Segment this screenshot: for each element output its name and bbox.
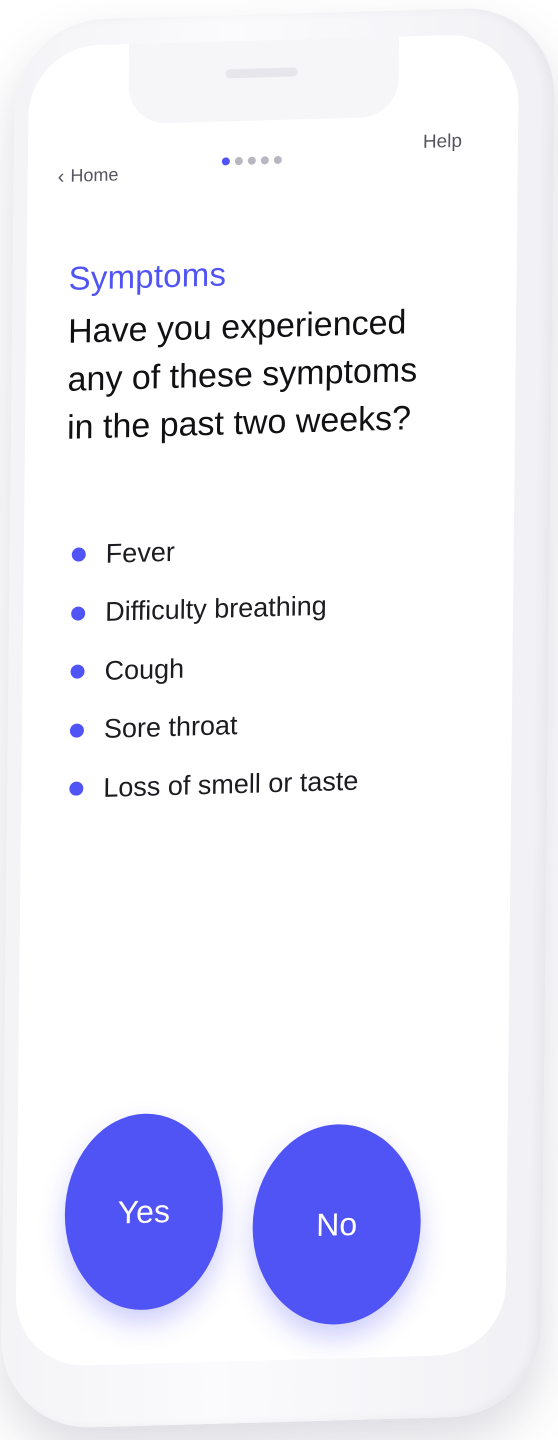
- help-link[interactable]: Help: [423, 131, 462, 154]
- progress-dot-4: [260, 156, 269, 165]
- section-title: Symptoms: [68, 255, 227, 297]
- phone-notch: [128, 33, 400, 125]
- progress-dots: [221, 155, 282, 166]
- symptom-label: Sore throat: [103, 710, 238, 745]
- progress-dot-5: [273, 155, 282, 165]
- yes-button[interactable]: Yes: [63, 1111, 224, 1313]
- symptom-label: Loss of smell or taste: [103, 765, 359, 803]
- symptom-label: Fever: [105, 536, 175, 569]
- symptom-label: Difficulty breathing: [105, 590, 327, 628]
- chevron-left-icon: ‹: [57, 165, 65, 188]
- question-heading: Have you experienced any of these sympto…: [66, 303, 418, 447]
- list-item: Fever: [71, 518, 361, 585]
- back-button-label: Home: [70, 164, 119, 186]
- symptom-list: Fever Difficulty breathing Cough Sore th…: [69, 518, 361, 819]
- dot-bullet-icon: [70, 664, 85, 680]
- list-item: Difficulty breathing: [71, 576, 361, 643]
- symptom-label: Cough: [104, 653, 185, 686]
- back-button[interactable]: ‹ Home: [58, 164, 119, 187]
- dot-bullet-icon: [71, 547, 86, 563]
- progress-dot-3: [247, 156, 256, 165]
- dot-bullet-icon: [71, 606, 86, 621]
- list-item: Sore throat: [69, 693, 360, 760]
- progress-dot-1: [221, 157, 230, 166]
- phone-screen: ‹ Home Help Symptoms Have you experience…: [15, 33, 520, 1368]
- dot-bullet-icon: [69, 781, 84, 797]
- list-item: Cough: [70, 635, 360, 702]
- app-stage: ‹ Home Help Symptoms Have you experience…: [0, 0, 558, 1440]
- phone-frame: ‹ Home Help Symptoms Have you experience…: [0, 6, 556, 1430]
- progress-dot-2: [234, 156, 243, 166]
- list-item: Loss of smell or taste: [69, 752, 359, 819]
- speaker-grille: [225, 67, 298, 79]
- dot-bullet-icon: [69, 723, 85, 738]
- no-button[interactable]: No: [251, 1122, 422, 1327]
